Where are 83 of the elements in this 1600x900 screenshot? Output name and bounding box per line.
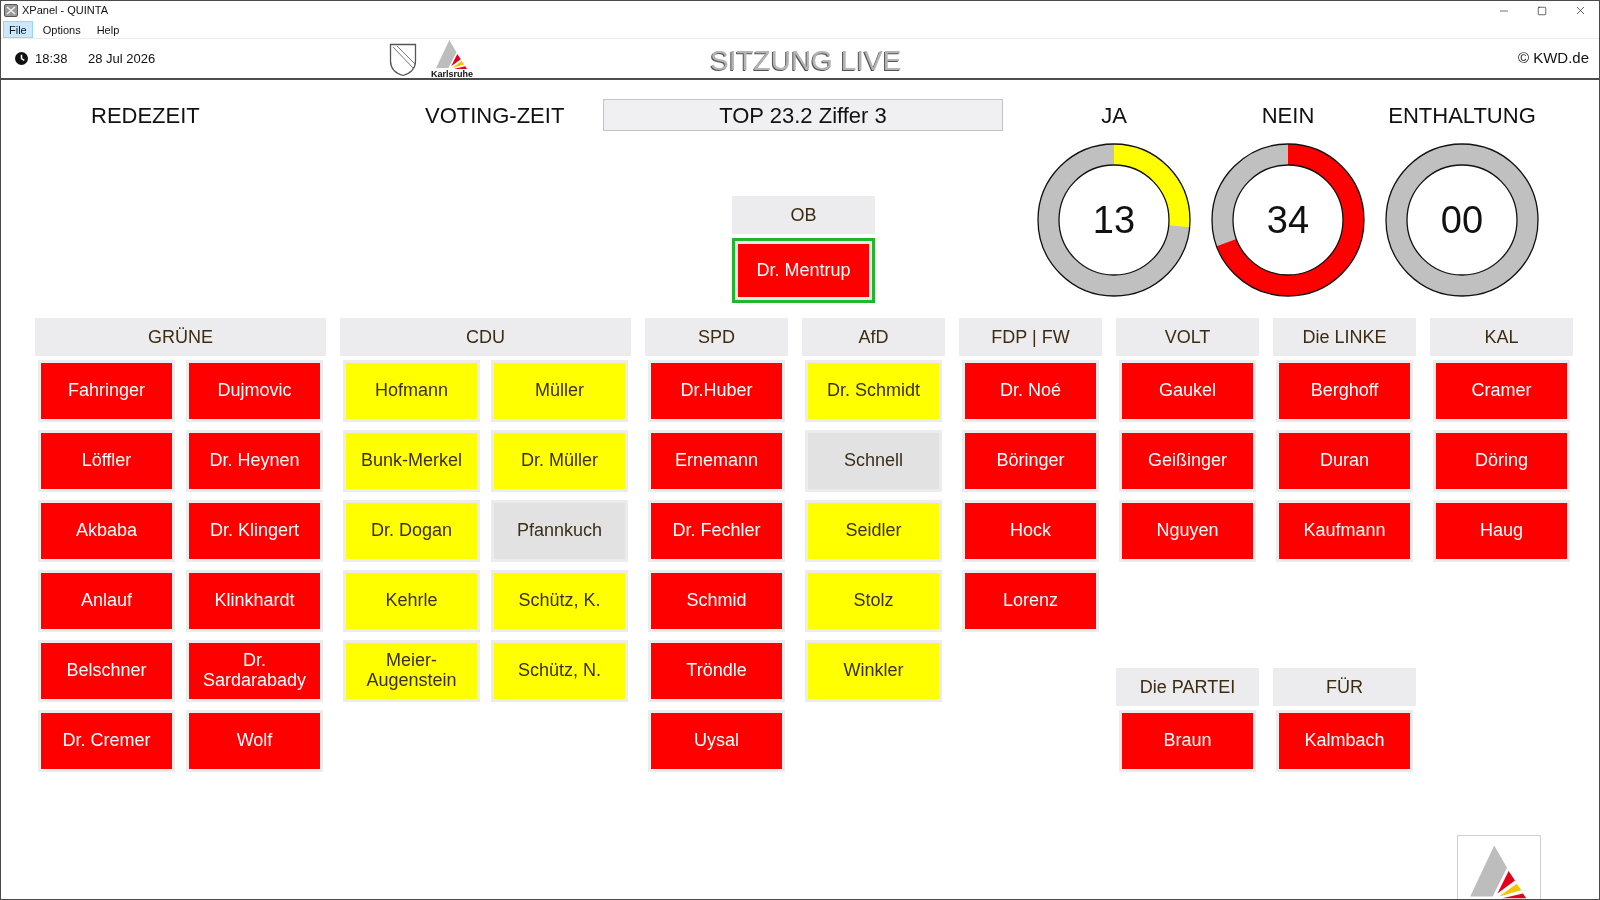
voting-time-label: VOTING-ZEIT [425, 101, 566, 130]
member-tile[interactable]: Anlauf [38, 570, 175, 632]
member-tile[interactable]: Kehrle [343, 570, 480, 632]
party-header: VOLT [1116, 318, 1259, 356]
triangle-logo-icon [434, 38, 470, 69]
member-tile[interactable]: Meier-Augenstein [343, 640, 480, 702]
member-tile[interactable]: Dr. Klingert [186, 500, 323, 562]
member-tile[interactable]: Winkler [805, 640, 942, 702]
member-tile[interactable]: Löffler [38, 430, 175, 492]
party-header: CDU [340, 318, 631, 356]
member-tile[interactable]: Tröndle [648, 640, 785, 702]
gauge-value: 34 [1266, 197, 1310, 243]
menu-item[interactable]: Help [90, 20, 126, 38]
time-text: 18:38 [35, 49, 69, 68]
maximize-icon [1537, 5, 1547, 16]
party-header: KAL [1430, 318, 1573, 356]
agenda-item-field: TOP 23.2 Ziffer 3 [603, 99, 1003, 131]
member-tile[interactable]: Ernemann [648, 430, 785, 492]
shield-icon [389, 42, 417, 77]
member-tile[interactable]: Gaukel [1119, 360, 1256, 422]
member-tile[interactable]: Klinkhardt [186, 570, 323, 632]
party-header: Die LINKE [1273, 318, 1416, 356]
member-tile[interactable]: Haug [1433, 500, 1570, 562]
member-tile[interactable]: Dr. Noé [962, 360, 1099, 422]
member-tile[interactable]: Kaufmann [1276, 500, 1413, 562]
member-tile[interactable]: Dr. Schmidt [805, 360, 942, 422]
gauge-label: ENTHALTUNG [1388, 101, 1536, 130]
party-header: SPD [645, 318, 788, 356]
member-tile[interactable]: Kalmbach [1276, 710, 1413, 772]
member-tile[interactable]: Pfannkuch [491, 500, 628, 562]
member-tile[interactable]: Stolz [805, 570, 942, 632]
member-tile[interactable]: Dr. Müller [491, 430, 628, 492]
member-tile[interactable]: Dr. Cremer [38, 710, 175, 772]
member-tile[interactable]: Dujmovic [186, 360, 323, 422]
date-text: 28 Jul 2026 [88, 49, 156, 68]
member-tile[interactable]: Böringer [962, 430, 1099, 492]
member-tile[interactable]: Schmid [648, 570, 785, 632]
party-header: Die PARTEI [1116, 668, 1259, 706]
gauge-value: 13 [1092, 197, 1136, 243]
member-tile[interactable]: Wolf [186, 710, 323, 772]
member-tile[interactable]: Dr. Fechler [648, 500, 785, 562]
gauge-label: JA [1101, 101, 1127, 130]
member-tile[interactable]: Belschner [38, 640, 175, 702]
menu-item[interactable]: Options [36, 20, 87, 38]
gauge-label: NEIN [1261, 101, 1315, 130]
gauge-value: 00 [1440, 197, 1484, 243]
party-header: OB [732, 196, 875, 234]
speaking-time-label: REDEZEIT [91, 101, 201, 130]
member-tile[interactable]: Döring [1433, 430, 1570, 492]
member-tile[interactable]: Dr. Mentrup [732, 238, 875, 303]
member-tile[interactable]: Lorenz [962, 570, 1099, 632]
member-tile[interactable]: Nguyen [1119, 500, 1256, 562]
member-tile[interactable]: Duran [1276, 430, 1413, 492]
member-tile[interactable]: Berghoff [1276, 360, 1413, 422]
member-tile[interactable]: Fahringer [38, 360, 175, 422]
member-tile[interactable]: Braun [1119, 710, 1256, 772]
party-header: GRÜNE [35, 318, 326, 356]
member-tile[interactable]: Cramer [1433, 360, 1570, 422]
member-tile[interactable]: Schütz, N. [491, 640, 628, 702]
member-tile[interactable]: Uysal [648, 710, 785, 772]
member-tile[interactable]: Dr.Huber [648, 360, 785, 422]
member-tile[interactable]: Dr. Sardarabady [186, 640, 323, 702]
page-title: SITZUNG LIVE [710, 43, 902, 78]
logo-caption: Karlsruhe [431, 68, 474, 79]
menu-item[interactable]: File [3, 20, 33, 38]
party-header: FÜR [1273, 668, 1416, 706]
member-tile[interactable]: Dr. Heynen [186, 430, 323, 492]
member-tile[interactable]: Geißinger [1119, 430, 1256, 492]
member-tile[interactable]: Bunk-Merkel [343, 430, 480, 492]
member-tile[interactable]: Hofmann [343, 360, 480, 422]
member-tile[interactable]: Seidler [805, 500, 942, 562]
app-icon [4, 4, 18, 17]
member-tile[interactable]: Akbaba [38, 500, 175, 562]
member-tile[interactable]: Dr. Dogan [343, 500, 480, 562]
window-title: XPanel - QUINTA [22, 3, 108, 19]
clock-icon [15, 52, 28, 65]
member-tile[interactable]: Hock [962, 500, 1099, 562]
member-tile[interactable]: Schütz, K. [491, 570, 628, 632]
member-tile[interactable]: Müller [491, 360, 628, 422]
copyright-text: © KWD.de [1517, 48, 1589, 69]
member-tile[interactable]: Schnell [805, 430, 942, 492]
party-header: FDP | FW [959, 318, 1102, 356]
party-header: AfD [802, 318, 945, 356]
